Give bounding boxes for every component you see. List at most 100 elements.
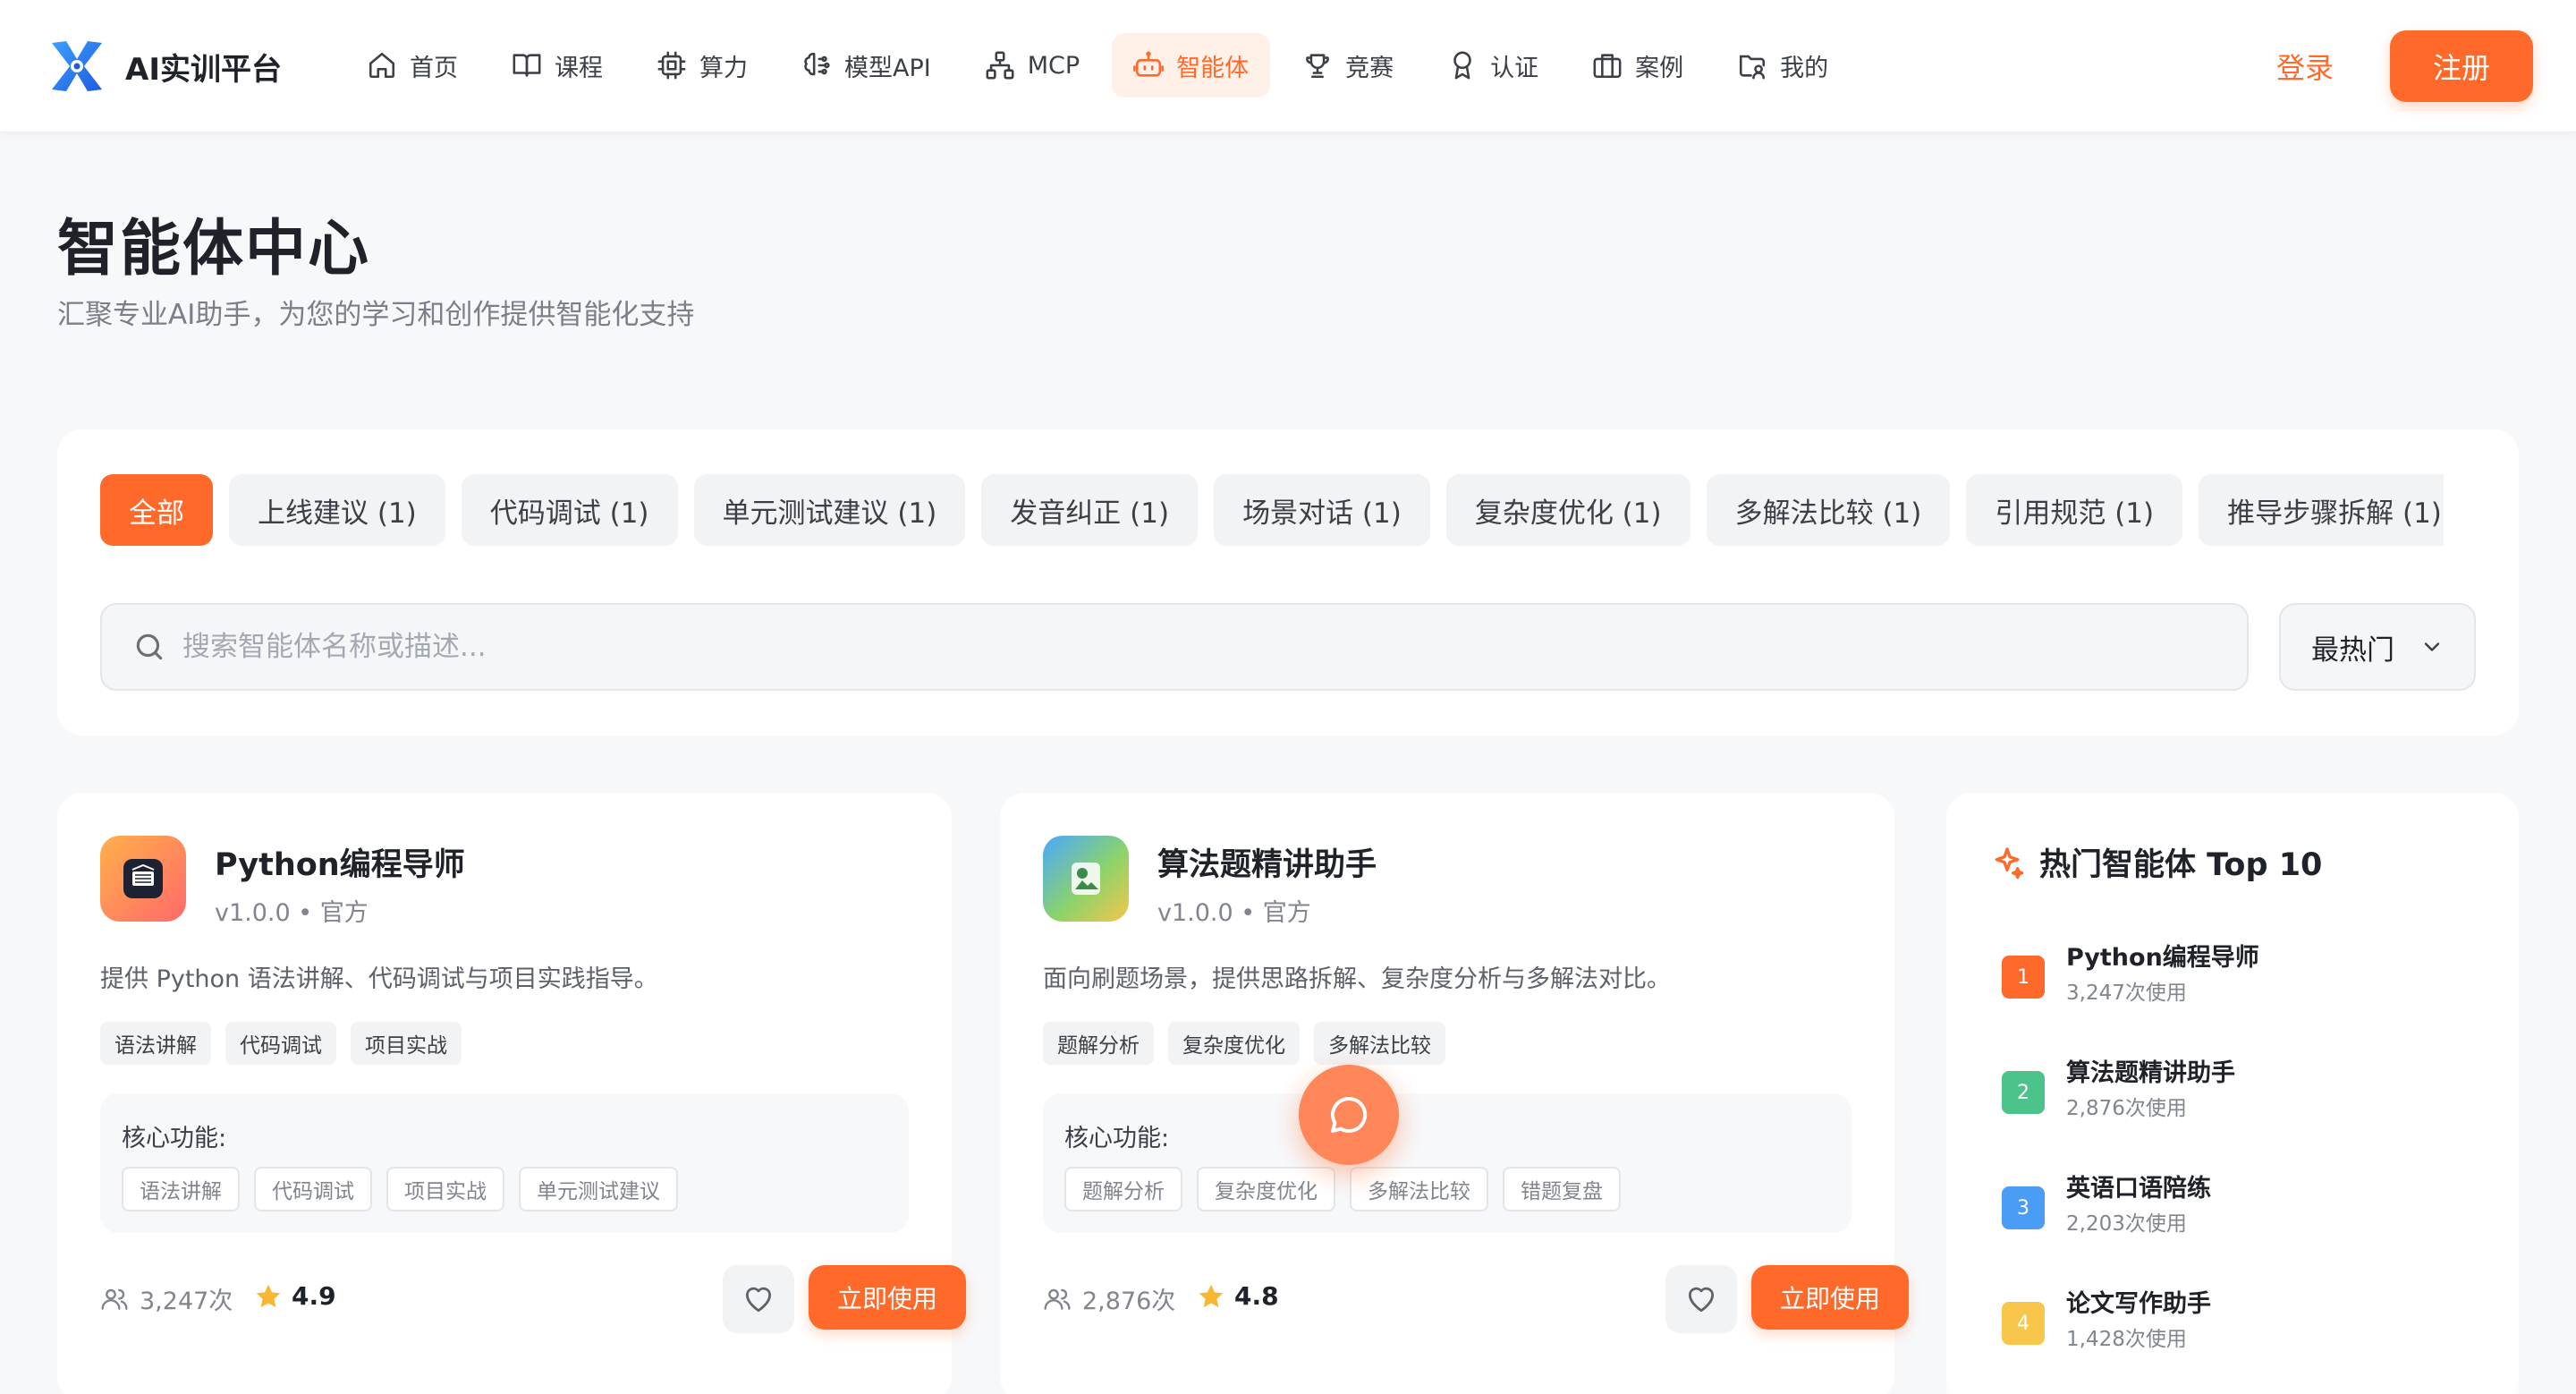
agent-tag: 代码调试 bbox=[225, 1022, 336, 1065]
chip-category[interactable]: 上线建议 (1) bbox=[229, 474, 445, 546]
use-now-button[interactable]: 立即使用 bbox=[809, 1265, 966, 1330]
rating-value: 4.8 bbox=[1234, 1281, 1279, 1311]
nav-item-home[interactable]: 首页 bbox=[345, 33, 479, 98]
home-icon bbox=[369, 52, 395, 79]
hot-agent-name: 论文写作助手 bbox=[2066, 1290, 2211, 1318]
feature-tag: 语法讲解 bbox=[122, 1167, 240, 1211]
nav-item-courses[interactable]: 课程 bbox=[490, 33, 624, 98]
sparkle-icon bbox=[1995, 846, 2024, 879]
page-subtitle: 汇聚专业AI助手，为您的学习和创作提供智能化支持 bbox=[57, 299, 695, 331]
category-chips: 全部 上线建议 (1) 代码调试 (1) 单元测试建议 (1) 发音纠正 (1)… bbox=[100, 474, 2444, 546]
brand[interactable]: AI实训平台 bbox=[47, 34, 282, 98]
agent-avatar bbox=[1043, 836, 1129, 922]
chip-category[interactable]: 推导步骤拆解 (1) bbox=[2199, 474, 2444, 546]
rank-badge: 2 bbox=[2002, 1071, 2045, 1114]
feature-tag: 复杂度优化 bbox=[1197, 1167, 1335, 1211]
chat-assistant-button[interactable] bbox=[1299, 1065, 1399, 1165]
robot-icon bbox=[1133, 51, 1165, 77]
hot-agent-item[interactable]: 4 论文写作助手 1,428次使用 bbox=[2002, 1284, 2485, 1356]
nav-item-compute[interactable]: 算力 bbox=[635, 33, 769, 98]
favorite-button[interactable] bbox=[1665, 1265, 1737, 1333]
nav-item-certification[interactable]: 认证 bbox=[1426, 33, 1560, 98]
nav-item-model-api[interactable]: 模型API bbox=[780, 33, 953, 98]
register-button[interactable]: 注册 bbox=[2390, 30, 2533, 102]
chevron-down-icon bbox=[2424, 642, 2440, 651]
nav-item-mine[interactable]: 我的 bbox=[1716, 33, 1850, 98]
usage-count: 3,247次 bbox=[100, 1281, 233, 1316]
agent-title: 算法题精讲助手 bbox=[1157, 847, 1377, 883]
algorithm-helper-icon bbox=[1072, 863, 1100, 895]
features-label: 核心功能: bbox=[122, 1125, 227, 1152]
core-features: 核心功能: 语法讲解 代码调试 项目实战 单元测试建议 bbox=[100, 1093, 909, 1233]
nav-item-label: 模型API bbox=[844, 54, 931, 82]
core-features: 核心功能: 题解分析 复杂度优化 多解法比较 错题复盘 bbox=[1043, 1093, 1852, 1233]
trophy-icon bbox=[1306, 54, 1329, 79]
chip-category[interactable]: 场景对话 (1) bbox=[1214, 474, 1430, 546]
rank-badge: 1 bbox=[2002, 956, 2045, 999]
nav-item-label: 首页 bbox=[410, 54, 458, 82]
hot-agent-item[interactable]: 3 英语口语陪练 2,203次使用 bbox=[2002, 1169, 2485, 1240]
hot-agent-item[interactable]: 1 Python编程导师 3,247次使用 bbox=[2002, 938, 2485, 1009]
usage-count: 2,876次 bbox=[1043, 1281, 1175, 1316]
chat-bubble-icon bbox=[1331, 1096, 1368, 1133]
nav-item-label: 认证 bbox=[1490, 54, 1539, 82]
chip-category[interactable]: 引用规范 (1) bbox=[1966, 474, 2183, 546]
nav-item-cases[interactable]: 案例 bbox=[1571, 33, 1705, 98]
agent-tags: 题解分析 复杂度优化 多解法比较 bbox=[1043, 1022, 1445, 1065]
agent-card[interactable]: 算法题精讲助手 v1.0.0 • 官方 面向刷题场景，提供思路拆解、复杂度分析与… bbox=[1000, 793, 1909, 1394]
sort-value: 最热门 bbox=[2311, 633, 2394, 667]
list-fade bbox=[1946, 1365, 2519, 1394]
favorite-button[interactable] bbox=[723, 1265, 794, 1333]
chip-category[interactable]: 发音纠正 (1) bbox=[981, 474, 1199, 546]
card-footer: 2,876次 4.8 立即使用 bbox=[1043, 1265, 1909, 1333]
rating: 4.9 bbox=[254, 1281, 336, 1311]
users-icon bbox=[1044, 1288, 1071, 1310]
search-input[interactable] bbox=[182, 631, 2150, 663]
heart-icon bbox=[745, 1287, 772, 1313]
rating: 4.8 bbox=[1197, 1281, 1279, 1311]
search-box[interactable] bbox=[100, 603, 2249, 691]
nav-item-mcp[interactable]: MCP bbox=[963, 33, 1101, 98]
feature-tag: 代码调试 bbox=[254, 1167, 372, 1211]
chip-all[interactable]: 全部 bbox=[100, 474, 213, 546]
nav-item-contests[interactable]: 竞赛 bbox=[1281, 33, 1415, 98]
agent-tag: 题解分析 bbox=[1043, 1022, 1154, 1065]
search-icon bbox=[136, 633, 163, 660]
briefcase-icon bbox=[1593, 54, 1622, 79]
heart-icon bbox=[1688, 1287, 1715, 1313]
hot-agent-item[interactable]: 2 算法题精讲助手 2,876次使用 bbox=[2002, 1053, 2485, 1125]
sort-select[interactable]: 最热门 bbox=[2279, 603, 2476, 691]
chip-category[interactable]: 单元测试建议 (1) bbox=[693, 474, 966, 546]
agent-meta: v1.0.0 • 官方 bbox=[215, 899, 369, 927]
nav-item-label: 智能体 bbox=[1176, 54, 1250, 82]
nav-item-label: 算力 bbox=[699, 54, 748, 82]
usage-count-value: 2,876次 bbox=[1082, 1288, 1176, 1315]
nav-item-label: 案例 bbox=[1635, 54, 1684, 82]
login-button[interactable]: 登录 bbox=[2249, 32, 2361, 100]
chip-category[interactable]: 复杂度优化 (1) bbox=[1445, 474, 1690, 546]
agent-card[interactable]: Python编程导师 v1.0.0 • 官方 提供 Python 语法讲解、代码… bbox=[57, 793, 966, 1394]
brain-icon bbox=[804, 52, 830, 76]
use-now-button[interactable]: 立即使用 bbox=[1751, 1265, 1909, 1330]
nav-item-agents[interactable]: 智能体 bbox=[1112, 33, 1271, 98]
agent-avatar bbox=[100, 836, 186, 922]
page-title: 智能体中心 bbox=[57, 214, 371, 285]
book-icon bbox=[513, 54, 541, 77]
rating-value: 4.9 bbox=[292, 1281, 336, 1311]
features-label: 核心功能: bbox=[1064, 1125, 1170, 1152]
feature-tag: 题解分析 bbox=[1064, 1167, 1182, 1211]
rank-badge: 4 bbox=[2002, 1302, 2045, 1345]
star-icon bbox=[1199, 1284, 1224, 1307]
python-mentor-icon bbox=[123, 859, 163, 898]
agent-tags: 语法讲解 代码调试 项目实战 bbox=[100, 1022, 462, 1065]
hot-agent-name: 算法题精讲助手 bbox=[2066, 1059, 2235, 1087]
feature-tag: 项目实战 bbox=[386, 1167, 504, 1211]
agent-meta: v1.0.0 • 官方 bbox=[1157, 899, 1311, 927]
chip-category[interactable]: 多解法比较 (1) bbox=[1706, 474, 1951, 546]
filter-panel: 全部 上线建议 (1) 代码调试 (1) 单元测试建议 (1) 发音纠正 (1)… bbox=[57, 429, 2519, 735]
hot-agent-count: 2,203次使用 bbox=[2066, 1212, 2187, 1236]
hot-agents-panel: 热门智能体 Top 10 1 Python编程导师 3,247次使用 2 算法题… bbox=[1946, 793, 2519, 1394]
hot-agent-count: 2,876次使用 bbox=[2066, 1097, 2187, 1120]
chip-category[interactable]: 代码调试 (1) bbox=[461, 474, 678, 546]
chip-icon bbox=[657, 51, 686, 80]
